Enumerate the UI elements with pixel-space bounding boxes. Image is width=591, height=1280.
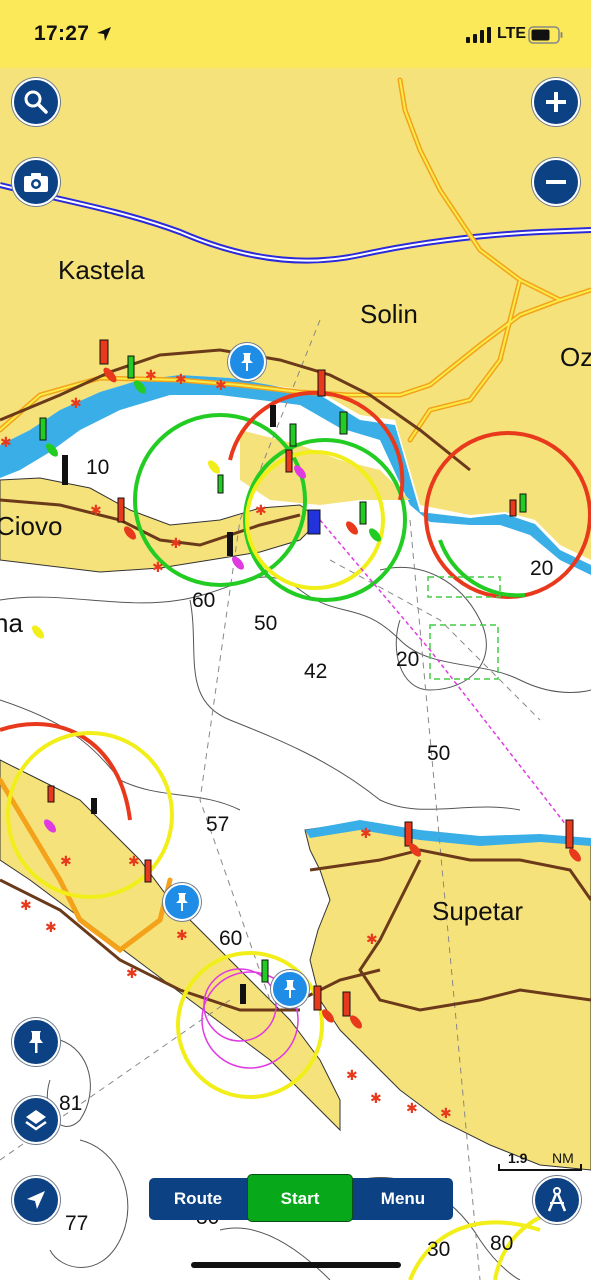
zoom-in-button[interactable] [532, 78, 580, 126]
svg-text:✱: ✱ [20, 898, 32, 914]
camera-icon [24, 173, 48, 192]
svg-text:✱: ✱ [346, 1068, 358, 1084]
place-label-partial: na [0, 608, 23, 638]
status-bar: 17:27 LTE [0, 0, 591, 68]
waypoint-pin[interactable] [271, 970, 309, 1008]
locate-me-button[interactable] [12, 1176, 60, 1224]
layers-icon [25, 1110, 47, 1131]
battery-icon [528, 26, 563, 44]
scale-bar: 1.9 NM [496, 1150, 582, 1172]
minus-icon [546, 180, 566, 184]
svg-text:✱: ✱ [176, 928, 188, 944]
route-button[interactable]: Route [149, 1178, 247, 1220]
svg-text:✱: ✱ [215, 378, 227, 394]
depth-label: 81 [59, 1092, 83, 1115]
pushpin-icon [241, 353, 253, 371]
svg-text:✱: ✱ [255, 503, 267, 519]
depth-label: 60 [192, 589, 216, 612]
svg-text:✱: ✱ [90, 503, 102, 519]
compass-divider-icon [547, 1187, 567, 1212]
network-type: LTE [497, 25, 527, 42]
svg-text:✱: ✱ [440, 1106, 452, 1122]
svg-text:✱: ✱ [128, 854, 140, 870]
plus-icon [546, 92, 566, 112]
scale-ruler [498, 1164, 582, 1171]
search-button[interactable] [12, 78, 60, 126]
zoom-out-button[interactable] [532, 158, 580, 206]
depth-label: 80 [490, 1232, 514, 1255]
place-label-kastela: Kastela [58, 255, 145, 285]
bottom-toolbar: Route Start Menu [149, 1174, 453, 1222]
depth-label: 10 [86, 456, 110, 479]
depth-label: 57 [206, 813, 230, 836]
waypoint-pin[interactable] [163, 883, 201, 921]
layers-button[interactable] [12, 1096, 60, 1144]
place-label-solin: Solin [360, 299, 418, 329]
depth-label: 50 [254, 612, 278, 635]
svg-text:✱: ✱ [170, 536, 182, 552]
start-button[interactable]: Start [247, 1174, 353, 1222]
menu-button[interactable]: Menu [353, 1178, 453, 1220]
depth-label: 42 [304, 660, 328, 683]
svg-text:✱: ✱ [0, 435, 12, 451]
svg-text:✱: ✱ [126, 966, 138, 982]
cellular-signal-icon [466, 27, 491, 43]
depth-label: 30 [427, 1238, 451, 1261]
svg-text:✱: ✱ [70, 396, 82, 412]
search-icon [24, 90, 48, 114]
svg-text:✱: ✱ [145, 368, 157, 384]
place-label-oz: Oz [560, 342, 591, 372]
svg-text:✱: ✱ [45, 920, 57, 936]
location-arrow-icon [97, 27, 111, 41]
measure-distance-button[interactable] [533, 1176, 581, 1224]
camera-button[interactable] [12, 158, 60, 206]
place-label-supetar: Supetar [432, 896, 524, 926]
pushpin-icon [29, 1031, 43, 1053]
svg-text:✱: ✱ [175, 372, 187, 388]
nautical-chart[interactable]: ✱ ✱ ✱ ✱ ✱ ✱ ✱ ✱ ✱ ✱ ✱ ✱ ✱ ✱ ✱ ✱ ✱ ✱ ✱ ✱ ✱ [0, 0, 591, 1280]
svg-text:✱: ✱ [60, 854, 72, 870]
pushpin-icon [284, 980, 296, 998]
depth-label: 20 [530, 557, 554, 580]
svg-text:✱: ✱ [366, 932, 378, 948]
depth-label: 60 [219, 927, 243, 950]
svg-text:✱: ✱ [152, 560, 164, 576]
home-indicator[interactable] [191, 1262, 401, 1268]
svg-text:✱: ✱ [360, 826, 372, 842]
place-label-ciovo: Ciovo [0, 511, 63, 541]
pushpin-icon [176, 893, 188, 911]
svg-text:✱: ✱ [370, 1091, 382, 1107]
depth-label: 50 [427, 742, 451, 765]
add-waypoint-button[interactable] [12, 1018, 60, 1066]
navigation-arrow-icon [27, 1191, 45, 1209]
svg-text:✱: ✱ [406, 1101, 418, 1117]
depth-label: 77 [65, 1212, 89, 1235]
depth-label: 20 [396, 648, 420, 671]
waypoint-pin[interactable] [228, 343, 266, 381]
status-time: 17:27 [34, 22, 90, 45]
